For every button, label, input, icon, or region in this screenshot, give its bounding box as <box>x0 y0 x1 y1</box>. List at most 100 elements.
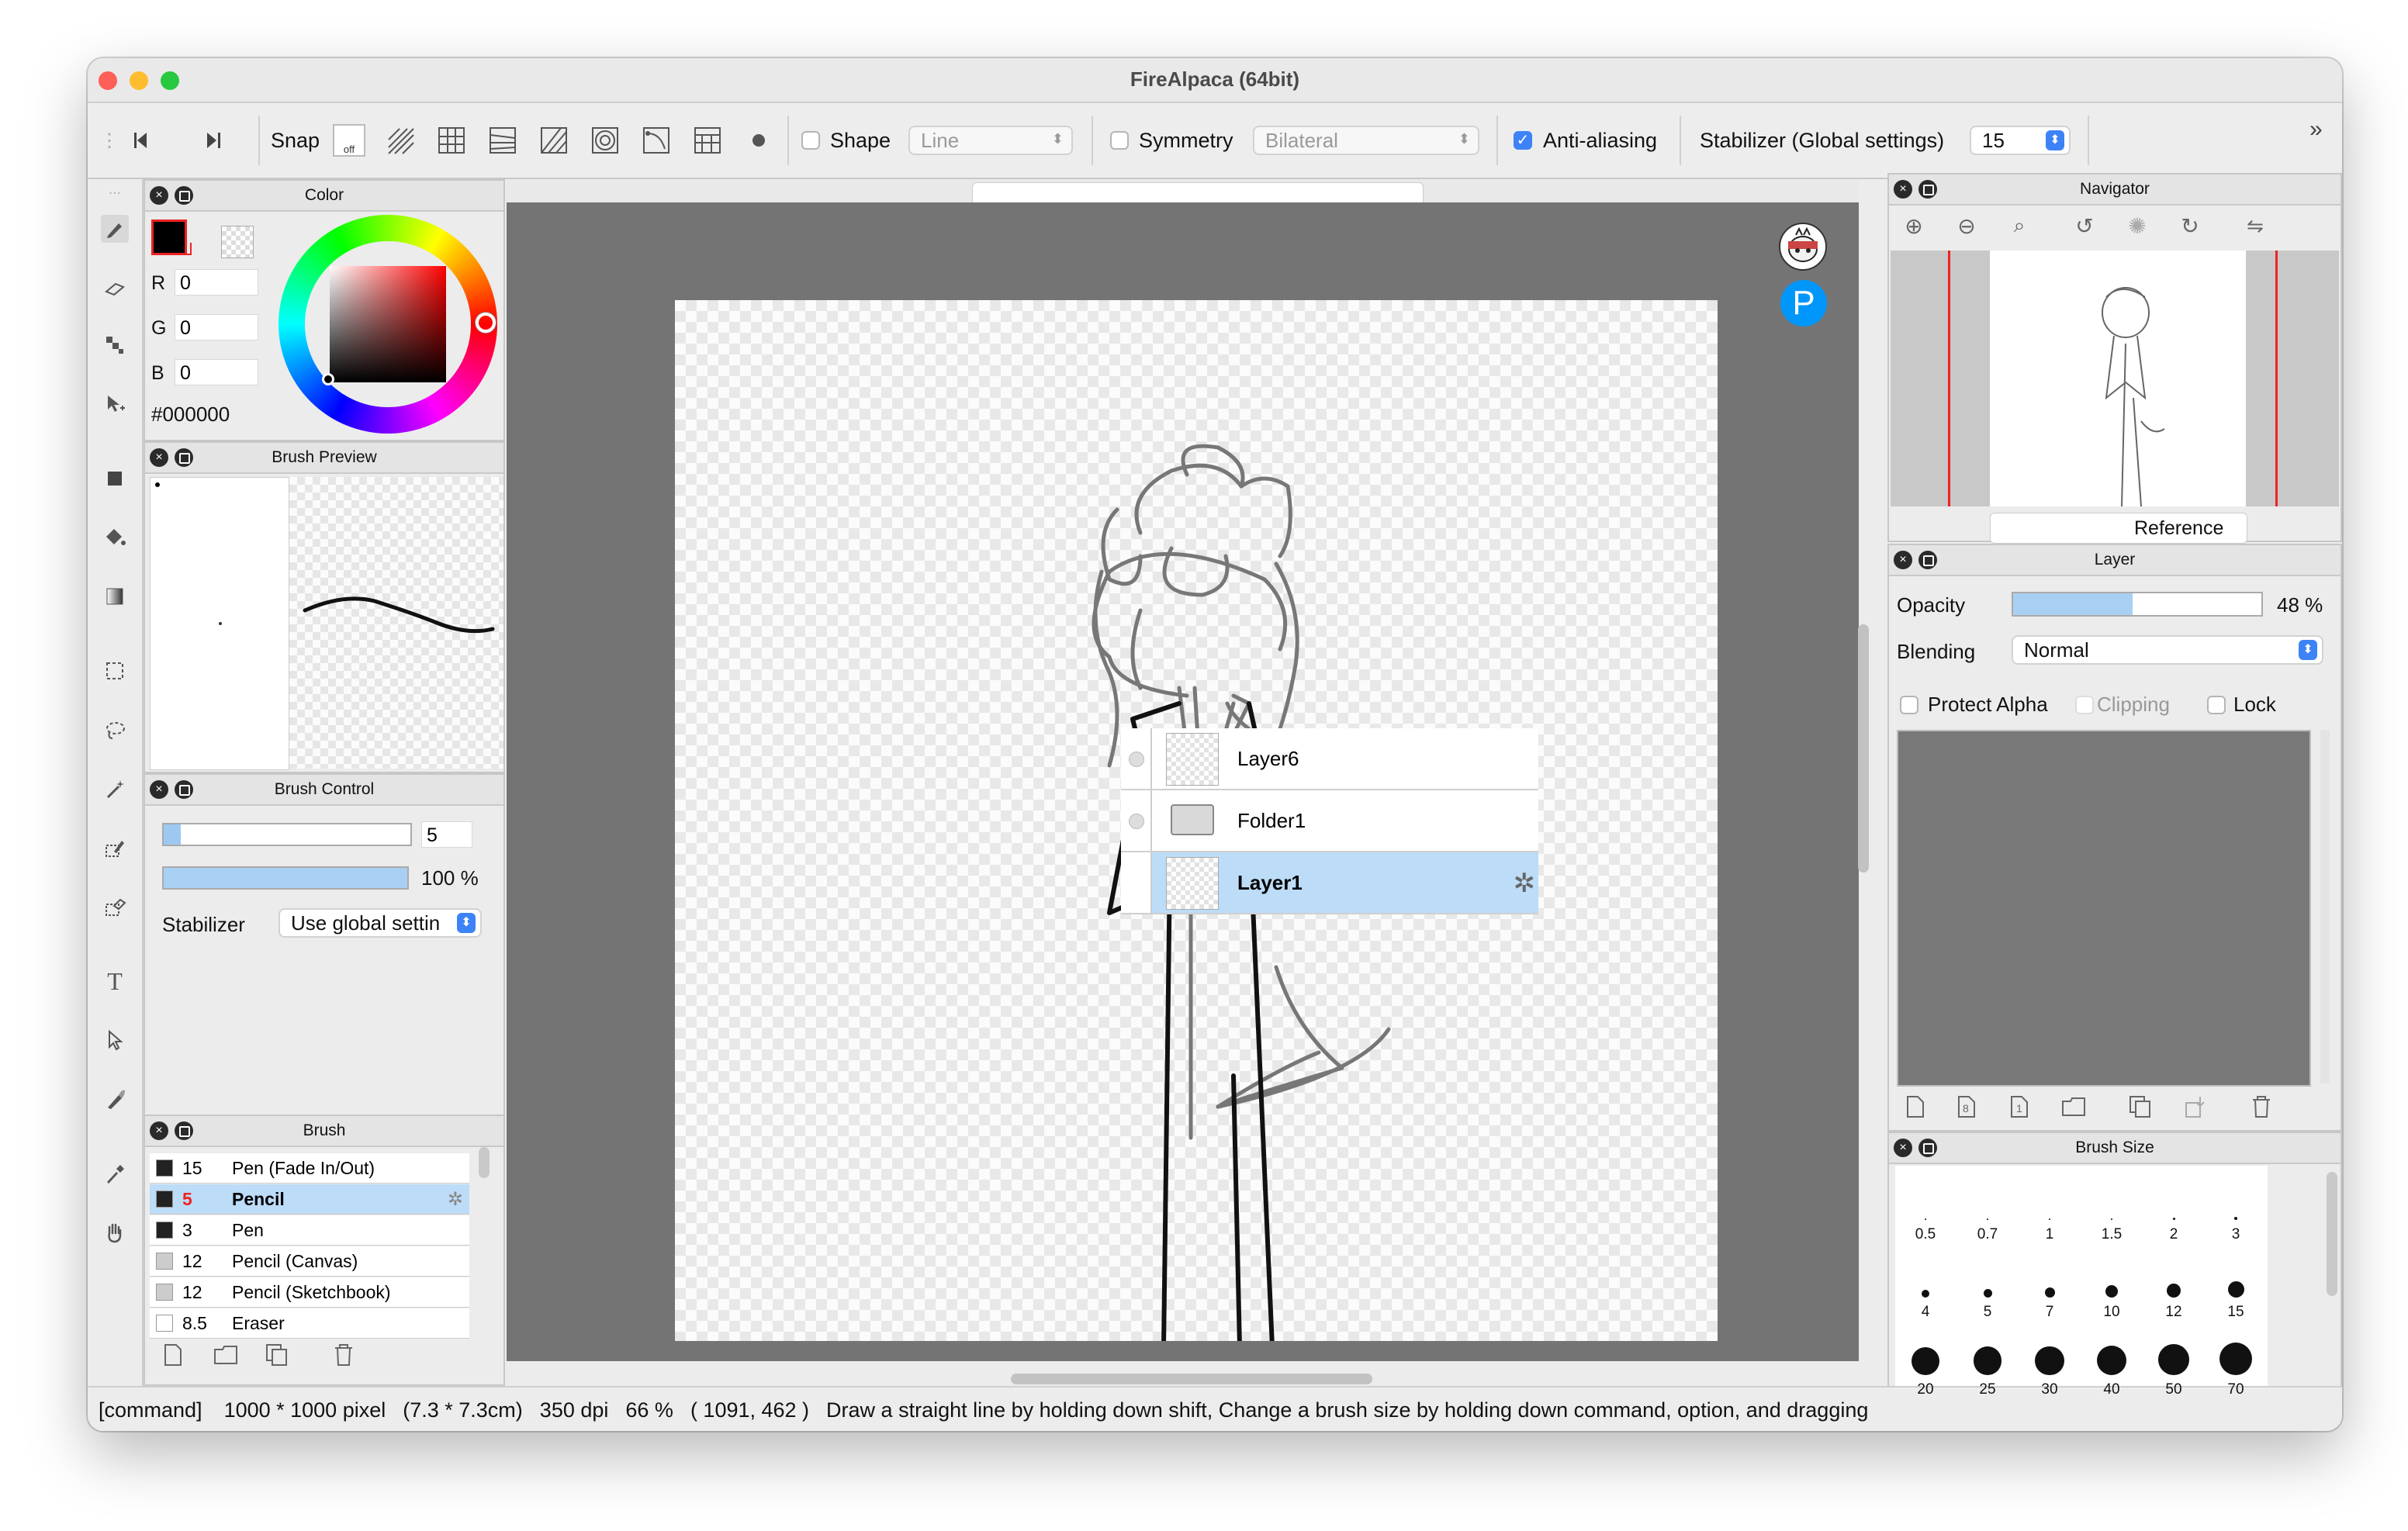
duplicate-layer-button[interactable] <box>2125 1091 2156 1122</box>
brush-size-cell[interactable]: 5 <box>1957 1248 2018 1324</box>
brush-size-cell[interactable]: 1.5 <box>2081 1170 2142 1246</box>
operation-tool[interactable] <box>101 1026 129 1054</box>
selection-pen-tool[interactable] <box>101 834 129 862</box>
layer-row[interactable]: Folder1 <box>1121 790 1538 852</box>
reference-label[interactable]: Reference <box>2134 517 2223 540</box>
dot-tool[interactable] <box>101 331 129 359</box>
eyedropper-tool[interactable] <box>101 1159 129 1187</box>
snap-perspective-button[interactable] <box>538 103 570 178</box>
layer-row-body[interactable]: Layer6 <box>1152 728 1538 789</box>
detach-panel-icon[interactable] <box>1918 1139 1937 1157</box>
rotate-left-button[interactable]: ↺ <box>2069 210 2100 241</box>
b-field[interactable]: 0 <box>175 359 258 385</box>
layer-row-body[interactable]: Layer1 ✲ <box>1152 852 1538 913</box>
snap-grid-button[interactable] <box>435 103 468 178</box>
navigator-preview[interactable] <box>1891 251 2339 507</box>
symmetry-select[interactable]: Bilateral ⬍ <box>1253 126 1479 155</box>
brush-size-cell[interactable]: 30 <box>2019 1325 2080 1401</box>
close-panel-icon[interactable]: × <box>150 780 168 799</box>
detach-panel-icon[interactable] <box>175 186 193 205</box>
brush-size-cell[interactable]: 4 <box>1895 1248 1956 1324</box>
close-panel-icon[interactable]: × <box>150 1121 168 1140</box>
brush-list-scrollbar[interactable] <box>479 1147 490 1178</box>
stabilizer-select[interactable]: 15 ⬍ <box>1970 126 2071 155</box>
hand-tool[interactable] <box>101 1218 129 1246</box>
lock-checkbox[interactable] <box>2207 696 2226 718</box>
flip-horizontal-button[interactable]: ⇋ <box>2240 210 2271 241</box>
blur-tool[interactable] <box>101 1085 129 1113</box>
brush-list-item[interactable]: 5 Pencil ✲ <box>150 1184 469 1215</box>
layer-visibility-toggle[interactable] <box>1121 790 1152 851</box>
shape-select[interactable]: Line ⬍ <box>908 126 1073 155</box>
bucket-tool[interactable] <box>101 524 129 551</box>
layer-row[interactable]: Layer1 ✲ <box>1121 852 1538 914</box>
lasso-tool[interactable] <box>101 716 129 744</box>
pixiv-icon[interactable]: P <box>1780 280 1827 327</box>
snap-settings-button[interactable] <box>742 103 775 178</box>
brush-size-slider[interactable] <box>162 823 412 846</box>
gear-icon[interactable]: ✲ <box>1514 868 1536 899</box>
close-panel-icon[interactable]: × <box>150 186 168 205</box>
add-brush-button[interactable] <box>157 1339 189 1370</box>
brush-folder-button[interactable] <box>210 1339 241 1370</box>
redo-button[interactable] <box>196 103 227 178</box>
close-panel-icon[interactable]: × <box>1894 551 1912 569</box>
close-panel-icon[interactable]: × <box>1894 180 1912 199</box>
sv-picker-handle[interactable] <box>322 373 334 385</box>
snap-off-button[interactable]: off <box>333 103 365 178</box>
snap-concentric-button[interactable] <box>589 103 621 178</box>
layer-opacity-slider[interactable] <box>2012 592 2263 617</box>
undo-button[interactable] <box>126 103 157 178</box>
layer-visibility-toggle[interactable] <box>1121 728 1152 789</box>
zoom-reset-button[interactable]: ⌕ <box>2004 210 2035 241</box>
gear-icon[interactable]: ✲ <box>448 1188 463 1211</box>
brush-size-cell[interactable]: 15 <box>2206 1248 2266 1324</box>
new-layer-button[interactable] <box>1900 1091 1931 1122</box>
detach-panel-icon[interactable] <box>175 448 193 467</box>
detach-panel-icon[interactable] <box>175 1121 193 1140</box>
new-8bit-layer-button[interactable]: 8 <box>1951 1091 1982 1122</box>
new-1bit-layer-button[interactable]: 1 <box>2004 1091 2035 1122</box>
delete-layer-button[interactable] <box>2246 1091 2277 1122</box>
swap-color-icon[interactable] <box>179 243 192 255</box>
brush-size-scrollbar[interactable] <box>2327 1172 2337 1296</box>
brush-size-cell[interactable]: 10 <box>2081 1248 2142 1324</box>
snap-curve-button[interactable] <box>640 103 673 178</box>
brush-list-item[interactable]: 3 Pen <box>150 1215 469 1246</box>
brush-size-cell[interactable]: 0.7 <box>1957 1170 2018 1246</box>
gradient-tool[interactable] <box>101 582 129 610</box>
merge-down-button[interactable] <box>2179 1091 2210 1122</box>
layer-row-body[interactable]: Folder1 <box>1152 790 1538 851</box>
brush-list-item[interactable]: 12 Pencil (Sketchbook) <box>150 1277 469 1308</box>
brush-size-cell[interactable]: 70 <box>2206 1325 2266 1401</box>
brush-size-cell[interactable]: 3 <box>2206 1170 2266 1246</box>
brush-size-cell[interactable]: 20 <box>1895 1325 1956 1401</box>
brush-size-cell[interactable]: 1 <box>2019 1170 2080 1246</box>
symmetry-checkbox[interactable] <box>1110 103 1129 178</box>
zoom-out-button[interactable]: ⊖ <box>1951 210 1982 241</box>
toolbar-overflow-button[interactable]: » <box>2309 92 2323 167</box>
brush-list-item[interactable]: 8.5 Eraser <box>150 1308 469 1339</box>
transparent-color-swatch[interactable] <box>221 226 254 258</box>
rotate-right-button[interactable]: ↻ <box>2174 210 2206 241</box>
snap-3d-button[interactable] <box>691 103 724 178</box>
brush-size-cell[interactable]: 7 <box>2019 1248 2080 1324</box>
select-tool[interactable] <box>101 657 129 685</box>
snap-parallel-button[interactable] <box>384 103 417 178</box>
shape-checkbox[interactable] <box>801 103 820 178</box>
hue-wheel[interactable] <box>279 215 497 434</box>
rotate-reset-button[interactable]: ✺ <box>2122 210 2153 241</box>
detach-panel-icon[interactable] <box>1918 551 1937 569</box>
brush-stabilizer-select[interactable]: Use global settin ⬍ <box>279 908 482 938</box>
layer-row[interactable]: Layer6 <box>1121 728 1538 790</box>
hue-picker-handle[interactable] <box>476 313 496 333</box>
layer-list-scrollbar[interactable] <box>2320 730 2330 1083</box>
antialias-checkbox[interactable]: ✓ <box>1514 103 1532 178</box>
brush-opacity-slider[interactable] <box>162 866 409 890</box>
canvas-vertical-scrollbar[interactable] <box>1858 624 1869 873</box>
brush-size-field[interactable]: 5 <box>421 821 472 848</box>
snap-cross-button[interactable] <box>486 103 519 178</box>
layer-visibility-toggle[interactable] <box>1121 852 1152 913</box>
delete-brush-button[interactable] <box>328 1339 359 1370</box>
clipping-checkbox[interactable] <box>2075 696 2094 718</box>
